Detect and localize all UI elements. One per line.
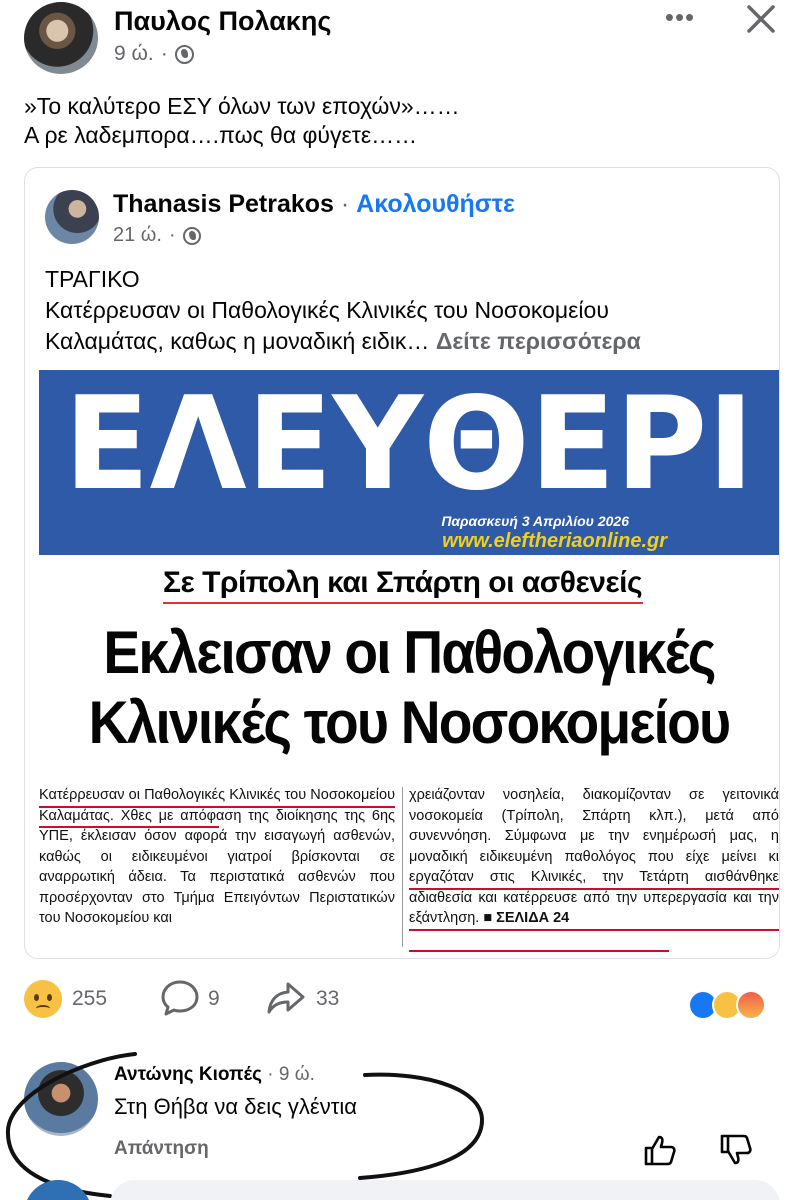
post-text-line: »Το καλύτερο ΕΣΥ όλων των εποχών»…… [24,93,460,119]
meta-separator: · [168,224,176,246]
comment: Αντώνης Κιοπές · 9 ώ. Στη Θήβα να δεις γ… [0,1050,802,1170]
angry-reaction-icon [736,990,766,1020]
comment-text: Στη Θήβα να δεις γλέντια [114,1094,358,1119]
reaction-summary[interactable] [688,990,782,1022]
column-divider [402,787,403,947]
reply-button[interactable]: Απάντηση [114,1138,209,1160]
globe-icon [174,44,194,64]
shared-time[interactable]: 21 ώ. [113,224,162,247]
newspaper-kicker: Σε Τρίπολη και Σπάρτη οι ασθενείς [163,566,643,599]
newspaper-website: www.eleftheriaonline.gr [442,530,667,552]
thumb-down-icon[interactable] [718,1132,754,1168]
commenter-avatar[interactable] [24,1062,98,1136]
newspaper-headline: Εκλεισαν οι Παθολογικές Κλινικές του Νοσ… [69,618,750,758]
comment-time: · 9 ώ. [262,1064,315,1085]
shared-post-card[interactable]: Thanasis Petrakos · Ακολουθήστε 21 ώ. · … [24,167,780,959]
comment-author-line: Αντώνης Κιοπές · 9 ώ. [114,1064,315,1086]
highlight-underline [409,929,779,931]
post-time[interactable]: 9 ώ. [114,42,154,66]
comment-count[interactable]: 9 [208,987,220,1011]
newspaper-date: Παρασκευή 3 Απριλίου 2026 [441,513,629,529]
kicker-underline [163,602,643,604]
post-meta: 9 ώ. · [114,42,194,66]
reaction-count[interactable]: 255 [72,987,107,1011]
shared-text-line3: Καλαμάτας, καθως η μοναδική ειδικ… [45,328,436,354]
reactions-bar: 255 9 33 [0,970,802,1028]
headline-line: Εκλεισαν οι Παθολογικές [103,619,716,686]
shared-author-avatar[interactable] [45,190,99,244]
close-icon[interactable] [740,0,782,40]
sad-emoji-icon[interactable] [24,980,62,1018]
newspaper-columns: Κατέρρευσαν οι Παθολογικές Κλινικές του … [39,785,779,954]
headline-line: Κλινικές του Νοσοκομείου [88,689,732,756]
article-column-right-text: χρειάζονταν νοσηλεία, διακομίζονταν σε γ… [409,787,779,926]
highlight-underline [39,826,219,828]
my-avatar [24,1180,92,1200]
highlight-underline [409,950,669,952]
newspaper-image[interactable]: ΕΛΕΥΘΕΡΙ Παρασκευή 3 Απριλίου 2026 www.e… [39,370,779,954]
comment-icon[interactable] [160,978,200,1018]
share-count[interactable]: 33 [316,987,339,1011]
masthead-text: ΕΛΕΥΘΕΡΙ [64,376,754,501]
dot-separator: · [333,190,357,218]
post-text-line: Α ρε λαδεμπορα….πως θα φύγετε…… [24,122,418,148]
page-reference: ■ ΣΕΛΙΔΑ 24 [483,910,570,926]
shared-text-line: Καλαμάτας, καθως η μοναδική ειδικ… Δείτε… [45,326,765,357]
shared-text: ΤΡΑΓΙΚΟ Κατέρρευσαν οι Παθολογικές Κλινι… [45,264,765,357]
highlight-underline [39,806,395,808]
author-avatar[interactable] [24,2,98,74]
newspaper-masthead: ΕΛΕΥΘΕΡΙ Παρασκευή 3 Απριλίου 2026 www.e… [39,370,779,555]
comment-author[interactable]: Αντώνης Κιοπές [114,1064,262,1085]
more-icon[interactable]: ••• [660,2,700,36]
shared-meta: 21 ώ. · [113,224,201,247]
see-more-link[interactable]: Δείτε περισσότερα [436,328,641,354]
post-header: Παυλος Πολακης 9 ώ. · ••• [0,0,802,84]
globe-icon [182,226,201,245]
meta-separator: · [160,42,168,65]
shared-author-name[interactable]: Thanasis Petrakos [113,190,334,218]
thumb-up-icon[interactable] [642,1132,678,1168]
article-column-right: χρειάζονταν νοσηλεία, διακομίζονταν σε γ… [409,785,779,929]
masthead-logo: ΕΛΕΥΘΕΡΙ [64,376,754,501]
highlight-underline [409,888,779,890]
shared-author-line: Thanasis Petrakos · Ακολουθήστε [113,190,515,219]
post-text: »Το καλύτερο ΕΣΥ όλων των εποχών»…… Α ρε… [24,92,460,150]
follow-button[interactable]: Ακολουθήστε [356,190,515,218]
shared-text-line: ΤΡΑΓΙΚΟ [45,266,140,292]
shared-text-line: Κατέρρευσαν οι Παθολογικές Κλινικές του … [45,297,609,323]
author-name[interactable]: Παυλος Πολακης [114,6,331,37]
comment-input[interactable] [110,1180,780,1200]
share-icon[interactable] [266,978,306,1018]
